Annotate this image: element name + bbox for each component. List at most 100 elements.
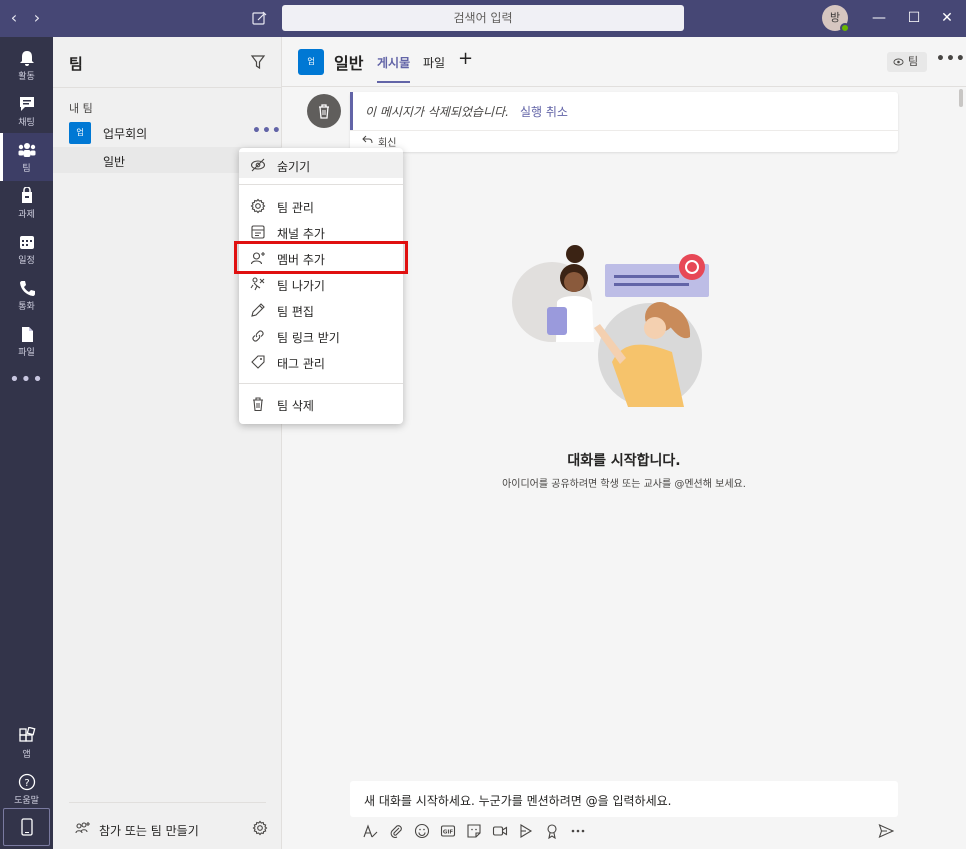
join-label: 참가 또는 팀 만들기 (99, 824, 199, 838)
rail-label: 채팅 (18, 118, 35, 128)
minimize-button[interactable]: — (870, 9, 888, 27)
panel-title: 팀 (69, 55, 83, 73)
filter-icon[interactable] (250, 54, 266, 70)
rail-item-chat[interactable]: 채팅 (0, 87, 53, 135)
menu-item-leave-team[interactable]: 팀 나가기 (239, 271, 403, 297)
rail-item-apps[interactable]: 앱 (0, 719, 53, 767)
format-icon[interactable] (362, 823, 378, 839)
praise-icon[interactable] (544, 823, 560, 839)
compose-box[interactable]: 새 대화를 시작하세요. 누군가를 멘션하려면 @을 입력하세요. (350, 781, 898, 817)
undo-link[interactable]: 실행 취소 (520, 103, 568, 120)
team-avatar: 업 (69, 122, 91, 144)
menu-item-label: 채널 추가 (277, 227, 325, 241)
meet-now-icon[interactable] (492, 823, 508, 839)
rail-label: 과제 (18, 210, 35, 220)
team-context-menu: 숨기기 팀 관리 채널 추가 멤버 추가 팀 나가기 팀 편집 팀 링크 받기 … (239, 148, 403, 424)
menu-item-manage-team[interactable]: 팀 관리 (239, 193, 403, 219)
deleted-message-text: 이 메시지가 삭제되었습니다. (365, 105, 509, 119)
close-button[interactable]: ✕ (938, 9, 956, 27)
app-rail: 활동 채팅 팀 과제 일정 통화 파일 ••• 앱 ? 도움말 (0, 37, 53, 849)
rail-item-assignments[interactable]: 과제 (0, 179, 53, 227)
assignments-icon (21, 187, 32, 203)
hide-icon (250, 158, 266, 172)
rail-label: 팀 (22, 164, 31, 174)
rail-label: 앱 (22, 750, 31, 760)
menu-item-edit-team[interactable]: 팀 편집 (239, 297, 403, 323)
menu-item-delete-team[interactable]: 팀 삭제 (239, 391, 403, 417)
empty-state-subtitle: 아이디어를 공유하려면 학생 또는 교사를 @멘션해 보세요. (502, 479, 746, 490)
download-mobile-button[interactable] (3, 808, 50, 846)
add-tab-button[interactable]: + (458, 50, 473, 68)
sticker-icon[interactable] (466, 823, 482, 839)
apps-icon (18, 727, 35, 742)
menu-divider (239, 184, 403, 185)
rail-item-activity[interactable]: 활동 (0, 41, 53, 89)
leave-icon (250, 277, 265, 291)
link-icon (252, 330, 264, 342)
avatar-initial: 방 (829, 11, 841, 24)
tab-files[interactable]: 파일 (423, 54, 445, 71)
mobile-device-icon (21, 818, 33, 836)
schedule-icon[interactable] (518, 823, 534, 839)
channel-more-button[interactable]: ••• (936, 51, 966, 67)
search-input[interactable]: 검색어 입력 (282, 5, 684, 31)
rail-label: 통화 (18, 302, 35, 312)
team-view-label: 팀 (908, 55, 919, 68)
add-channel-icon (251, 225, 265, 239)
rail-item-calendar[interactable]: 일정 (0, 225, 53, 273)
send-icon[interactable] (878, 823, 894, 839)
gif-icon[interactable]: GIF (440, 823, 456, 839)
chat-icon (19, 97, 34, 111)
menu-item-manage-tags[interactable]: 태그 관리 (239, 349, 403, 375)
tab-posts[interactable]: 게시물 (377, 54, 411, 83)
svg-text:?: ? (24, 778, 29, 789)
deleted-message-card: 이 메시지가 삭제되었습니다. 실행 취소 회신 (350, 92, 898, 152)
team-row[interactable]: 업 업무회의 ••• (53, 120, 282, 146)
gear-icon[interactable] (252, 820, 268, 836)
menu-item-label: 팀 편집 (277, 305, 314, 319)
gear-icon (250, 198, 266, 214)
help-icon: ? (18, 773, 35, 791)
menu-item-get-link[interactable]: 팀 링크 받기 (239, 323, 403, 349)
emoji-icon[interactable] (414, 823, 430, 839)
attach-icon[interactable] (388, 823, 404, 839)
rail-item-calls[interactable]: 통화 (0, 271, 53, 319)
team-view-button[interactable]: 팀 (887, 52, 927, 72)
rail-item-teams[interactable]: 팀 (0, 133, 53, 181)
trash-icon (319, 104, 329, 119)
compose-icon[interactable] (251, 10, 267, 26)
bell-icon (19, 51, 34, 66)
divider (69, 802, 266, 803)
divider (350, 130, 898, 131)
menu-item-label: 팀 나가기 (277, 279, 325, 293)
forward-button[interactable]: › (29, 10, 45, 26)
team-name: 업무회의 (103, 127, 148, 141)
maximize-button[interactable]: ☐ (905, 9, 923, 27)
phone-icon (19, 281, 35, 296)
compose-placeholder: 새 대화를 시작하세요. 누군가를 멘션하려면 @을 입력하세요. (364, 794, 672, 808)
pencil-icon (251, 303, 265, 317)
avatar[interactable]: 방 (822, 5, 850, 33)
join-team-icon (75, 822, 90, 834)
back-button[interactable]: ‹ (6, 10, 22, 26)
reply-label: 회신 (378, 138, 397, 149)
scrollbar[interactable] (959, 89, 963, 107)
rail-item-files[interactable]: 파일 (0, 317, 53, 365)
more-options-icon[interactable] (570, 823, 586, 839)
team-more-options-button[interactable]: ••• (252, 123, 282, 139)
title-bar: ‹ › 검색어 입력 방 — ☐ ✕ (0, 0, 966, 37)
rail-item-help[interactable]: ? 도움말 (0, 765, 53, 813)
calendar-icon (19, 236, 34, 249)
file-icon (21, 327, 33, 342)
menu-item-label: 팀 관리 (277, 201, 314, 215)
channel-name: 일반 (103, 155, 126, 169)
reply-icon (362, 135, 373, 144)
rail-label: 파일 (18, 348, 35, 358)
menu-item-hide[interactable]: 숨기기 (239, 152, 403, 178)
menu-item-label: 숨기기 (277, 160, 311, 174)
channel-team-avatar: 업 (298, 49, 324, 75)
rail-more-button[interactable]: ••• (0, 369, 53, 390)
eye-icon (893, 58, 904, 66)
teams-icon (18, 143, 35, 157)
highlight-annotation (234, 241, 408, 274)
